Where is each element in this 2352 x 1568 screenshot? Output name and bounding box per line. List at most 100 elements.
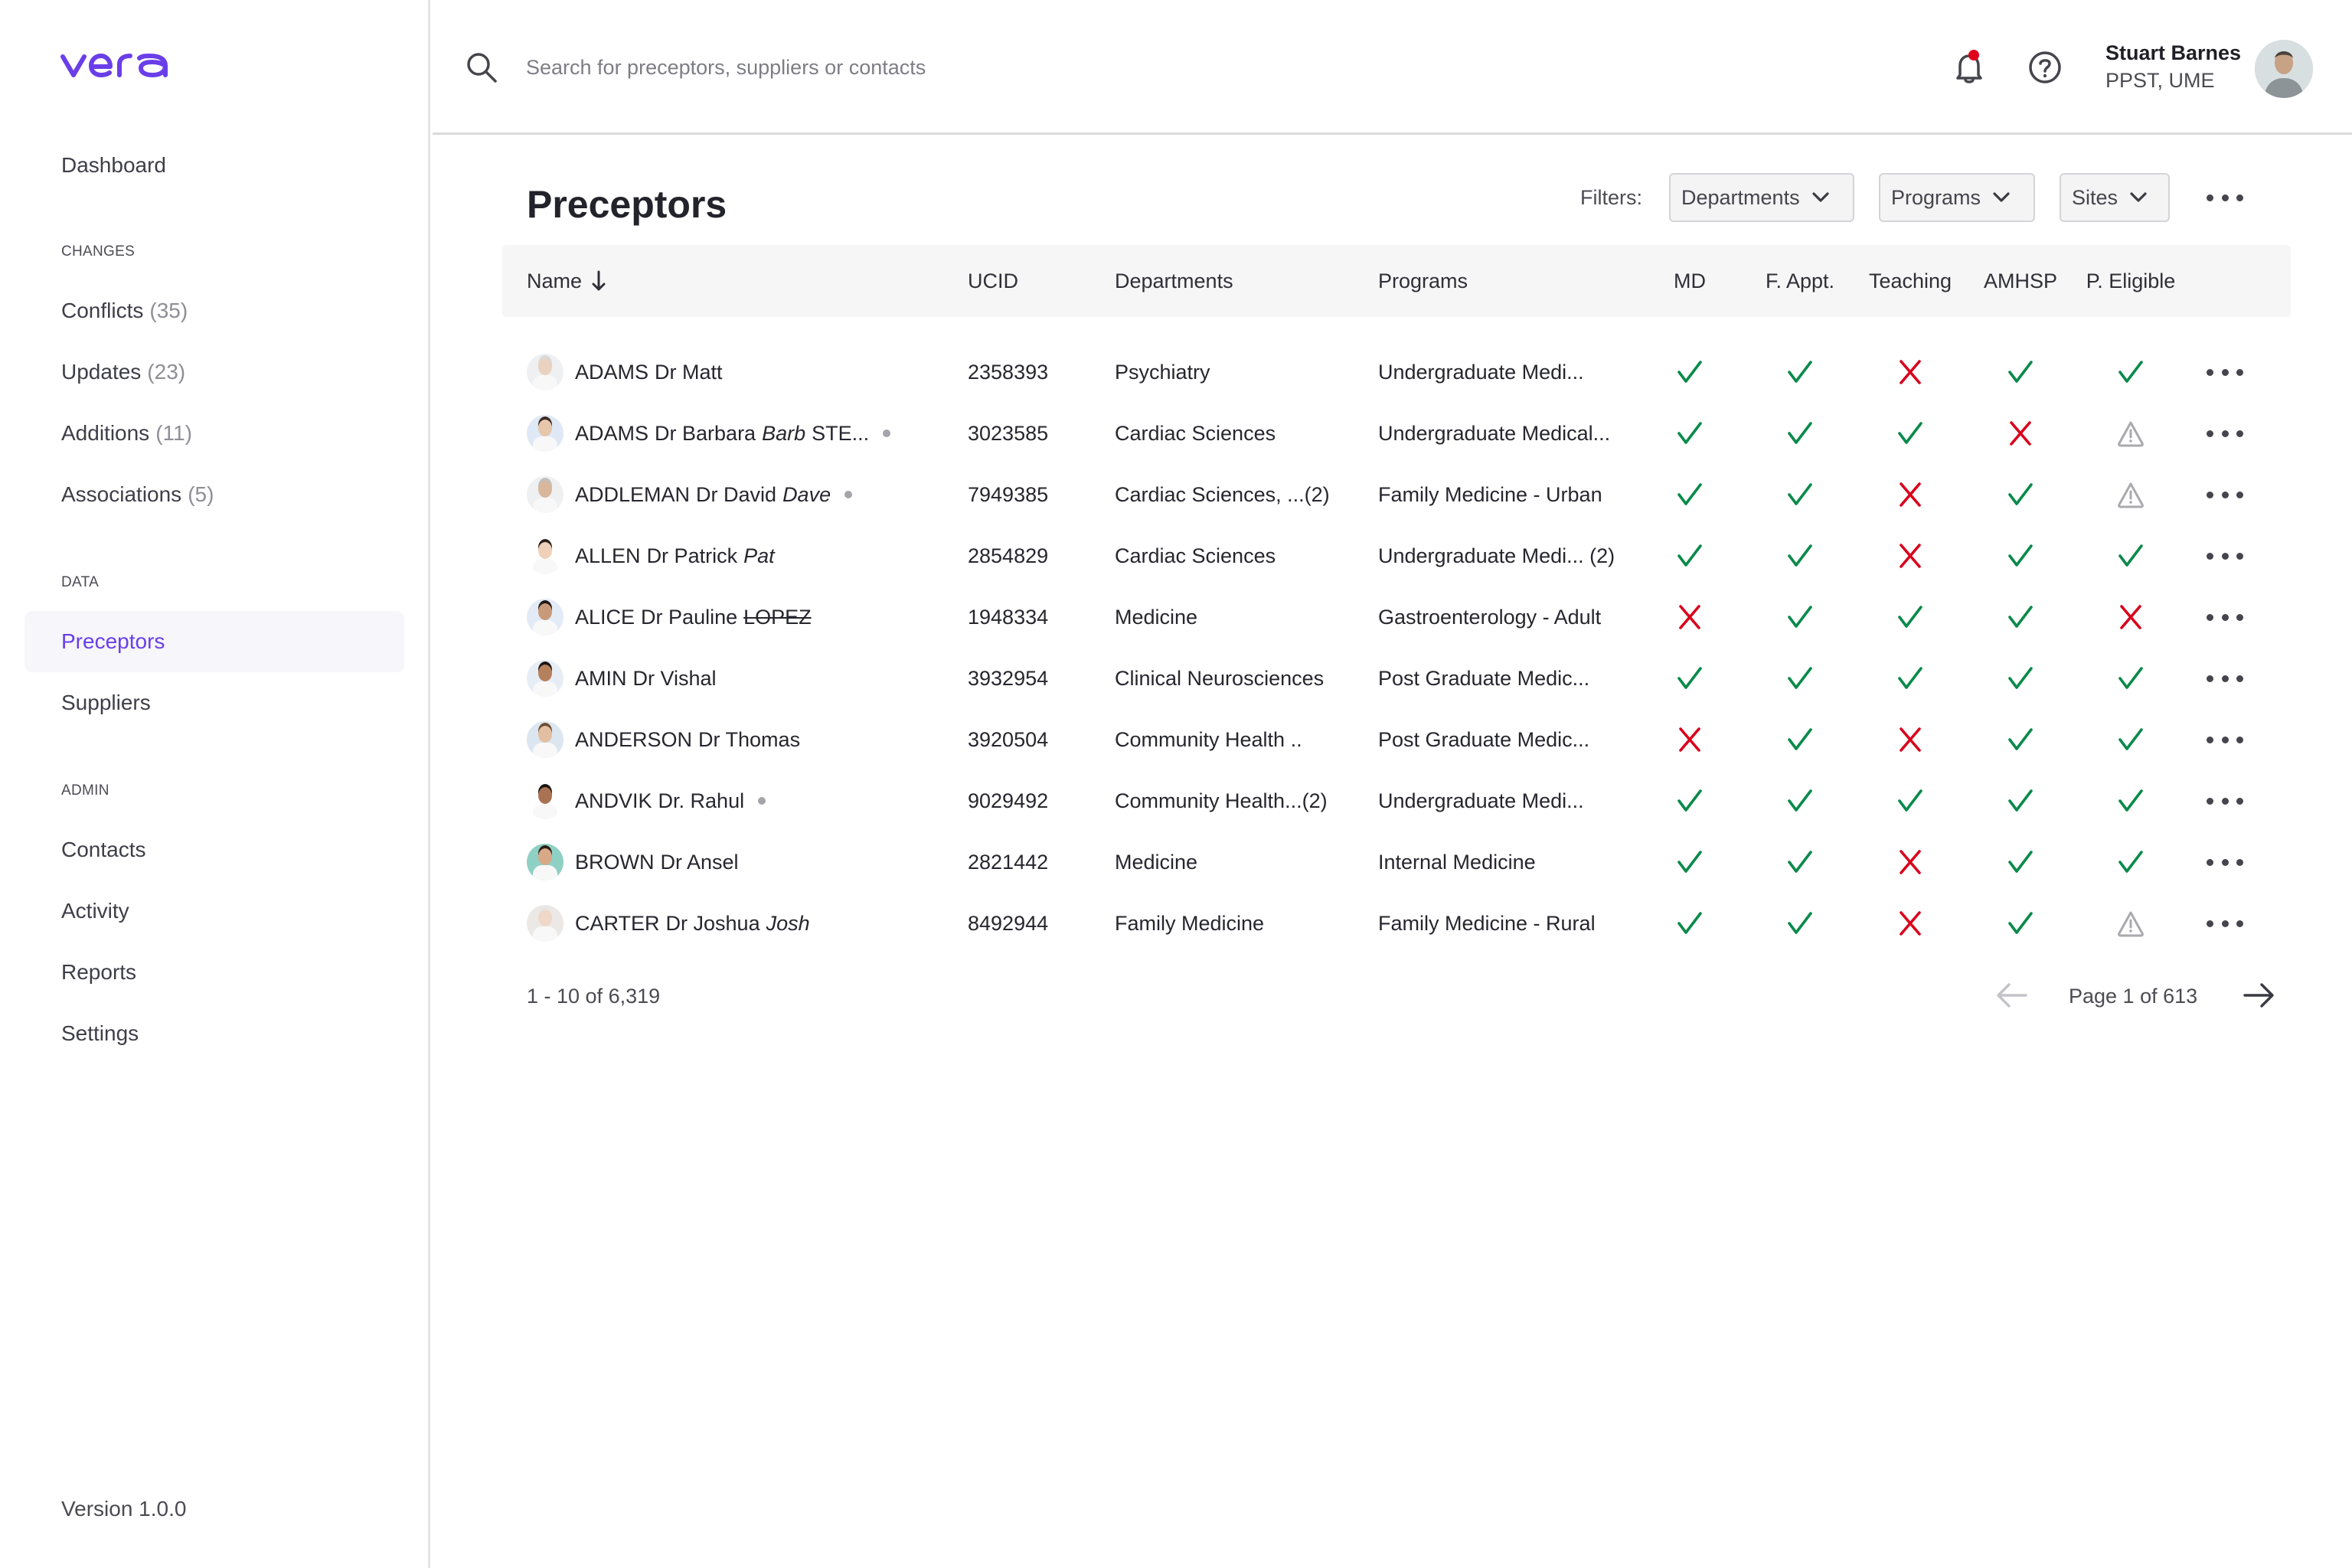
status-dot — [883, 430, 891, 437]
row-more-options-icon[interactable] — [2207, 424, 2243, 443]
name-cell[interactable]: ANDERSON Dr Thomas — [575, 709, 800, 770]
surname: AMIN — [575, 666, 627, 690]
table-row[interactable]: ANDVIK Dr. Rahul 9029492 Community Health..… — [502, 770, 2291, 831]
row-more-options-icon[interactable] — [2207, 669, 2243, 688]
help-circle-icon[interactable] — [2025, 47, 2065, 87]
nickname: Dave — [782, 482, 831, 506]
nickname: Pat — [743, 544, 775, 567]
teaching-check-icon — [1898, 606, 1922, 628]
name-cell[interactable]: ADDLEMAN Dr David Dave — [575, 464, 853, 525]
column-header-teaching[interactable]: Teaching — [1857, 245, 1964, 317]
ucid-cell: 1948334 — [968, 605, 1049, 629]
given-name: Dr Pauline — [641, 605, 738, 629]
row-more-options-icon[interactable] — [2207, 853, 2243, 871]
table-row[interactable]: ANDERSON Dr Thomas 3920504 Community Health… — [502, 709, 2291, 770]
f-appt-check-icon — [1788, 422, 1812, 444]
column-header-md[interactable]: MD — [1636, 245, 1743, 317]
sort-descending-icon[interactable] — [591, 270, 606, 292]
row-more-options-icon[interactable] — [2207, 792, 2243, 810]
surname: ANDVIK — [575, 789, 652, 812]
sidebar-item-reports[interactable]: Reports — [24, 942, 404, 1003]
avatar — [527, 354, 564, 390]
sidebar-item-activity[interactable]: Activity — [24, 880, 404, 942]
previous-page-arrow-icon[interactable] — [1995, 982, 2029, 1009]
table-row[interactable]: ADAMS Dr Barbara Barb STE... 3023585 Cardiac … — [502, 403, 2291, 464]
column-header-departments[interactable]: Departments — [1115, 245, 1233, 317]
chevron-down-icon — [1811, 192, 1829, 202]
f-appt-check-icon — [1788, 606, 1812, 628]
sidebar-item-suppliers[interactable]: Suppliers — [24, 672, 404, 733]
table-row[interactable]: ADAMS Dr Matt 2358393 Psychiatry Undergradua… — [502, 341, 2291, 403]
row-more-options-icon[interactable] — [2207, 485, 2243, 504]
p-eligible-warning-icon — [2118, 482, 2144, 508]
sidebar-item-label: Dashboard — [61, 153, 166, 177]
table-row[interactable]: ALLEN Dr Patrick Pat 2854829 Cardiac Science… — [502, 525, 2291, 586]
chevron-down-icon — [2130, 192, 2147, 202]
sidebar-item-settings[interactable]: Settings — [24, 1003, 404, 1064]
table-row[interactable]: CARTER Dr Joshua Josh 8492944 Family Medicin… — [502, 893, 2291, 954]
nickname: Barb — [762, 421, 806, 445]
vera-logo[interactable] — [60, 47, 172, 81]
column-header-f-appt[interactable]: F. Appt. — [1746, 245, 1854, 317]
column-header-p-eligible[interactable]: P. Eligible — [2077, 245, 2184, 317]
filter-programs-dropdown[interactable]: Programs — [1879, 173, 2035, 222]
sidebar-item-associations[interactable]: Associations (5) — [24, 464, 404, 525]
name-cell[interactable]: ADAMS Dr Barbara Barb STE... — [575, 403, 891, 464]
program-cell: Family Medicine - Urban — [1378, 482, 1602, 506]
column-header-name[interactable]: Name — [527, 245, 606, 317]
row-more-options-icon[interactable] — [2207, 914, 2243, 933]
sidebar-item-label: Activity — [61, 899, 129, 923]
p-eligible-check-icon — [2118, 361, 2143, 383]
sidebar-item-updates[interactable]: Updates (23) — [24, 341, 404, 403]
teaching-cross-icon — [1900, 360, 1921, 384]
column-header-programs[interactable]: Programs — [1378, 245, 1468, 317]
name-cell[interactable]: ALICE Dr Pauline LOPEZ — [575, 586, 812, 648]
bell-icon[interactable] — [1948, 46, 1991, 89]
p-eligible-cross-icon — [2120, 605, 2141, 629]
search-input[interactable] — [526, 49, 1215, 86]
md-cross-icon — [1679, 605, 1700, 629]
search-icon[interactable] — [463, 49, 500, 86]
name-cell[interactable]: CARTER Dr Joshua Josh — [575, 893, 810, 954]
avatar — [527, 905, 564, 942]
table-row[interactable]: ALICE Dr Pauline LOPEZ 1948334 Medicine Gastr… — [502, 586, 2291, 648]
sidebar-item-label: Contacts — [61, 838, 146, 861]
avatar — [527, 721, 564, 758]
name-cell[interactable]: ALLEN Dr Patrick Pat — [575, 525, 775, 586]
row-more-options-icon[interactable] — [2207, 608, 2243, 626]
user-avatar[interactable] — [2255, 40, 2313, 98]
name-cell[interactable]: ADAMS Dr Matt — [575, 341, 723, 403]
f-appt-check-icon — [1788, 361, 1812, 383]
row-more-options-icon[interactable] — [2207, 363, 2243, 381]
name-cell[interactable]: AMIN Dr Vishal — [575, 648, 717, 709]
amhsp-check-icon — [2008, 789, 2033, 812]
user-name[interactable]: Stuart Barnes — [2105, 41, 2241, 65]
p-eligible-check-icon — [2118, 544, 2143, 567]
more-options-icon[interactable] — [2207, 188, 2243, 207]
name-cell[interactable]: ANDVIK Dr. Rahul — [575, 770, 766, 831]
program-cell: Family Medicine - Rural — [1378, 911, 1596, 935]
name-cell[interactable]: BROWN Dr Ansel — [575, 831, 739, 893]
column-header-ucid[interactable]: UCID — [968, 245, 1018, 317]
given-name: Dr Thomas — [698, 727, 801, 751]
row-more-options-icon[interactable] — [2207, 730, 2243, 749]
sidebar-item-conflicts[interactable]: Conflicts (35) — [24, 280, 404, 341]
table-row[interactable]: AMIN Dr Vishal 3932954 Clinical Neuroscienc… — [502, 648, 2291, 709]
next-page-arrow-icon[interactable] — [2242, 982, 2275, 1009]
sidebar-item-additions[interactable]: Additions (11) — [24, 403, 404, 464]
department-cell: Cardiac Sciences, ...(2) — [1115, 482, 1330, 506]
md-check-icon — [1677, 361, 1702, 383]
sidebar-item-contacts[interactable]: Contacts — [24, 819, 404, 880]
teaching-cross-icon — [1900, 544, 1921, 568]
teaching-check-icon — [1898, 789, 1922, 812]
filter-departments-dropdown[interactable]: Departments — [1669, 173, 1854, 222]
table-row[interactable]: BROWN Dr Ansel 2821442 Medicine Internal Med… — [502, 831, 2291, 893]
sidebar-item-dashboard[interactable]: Dashboard — [24, 135, 404, 196]
sidebar-item-preceptors[interactable]: Preceptors — [24, 611, 404, 672]
md-check-icon — [1677, 667, 1702, 689]
table-row[interactable]: ADDLEMAN Dr David Dave 7949385 Cardiac Scien… — [502, 464, 2291, 525]
f-appt-check-icon — [1788, 667, 1812, 689]
row-more-options-icon[interactable] — [2207, 547, 2243, 565]
filter-sites-dropdown[interactable]: Sites — [2060, 173, 2170, 222]
column-header-amhsp[interactable]: AMHSP — [1967, 245, 2074, 317]
